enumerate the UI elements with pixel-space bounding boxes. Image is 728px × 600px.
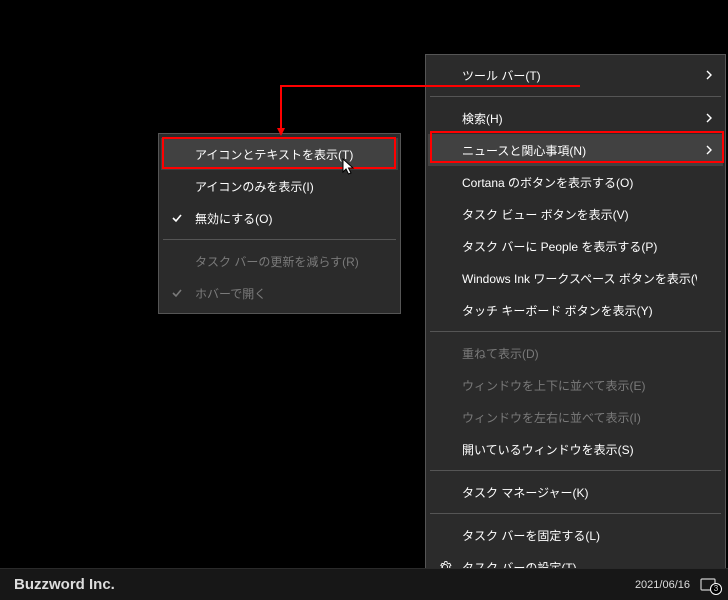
annotation-arrow bbox=[280, 85, 282, 132]
menu-item-news-interests[interactable]: ニュースと関心事項(N) bbox=[428, 134, 723, 166]
menu-item-label: ウィンドウを上下に並べて表示(E) bbox=[462, 377, 697, 394]
menu-item-label: タスク マネージャー(K) bbox=[462, 484, 697, 501]
menu-item-label: タスク バーを固定する(L) bbox=[462, 527, 697, 544]
submenu-item-icon-only[interactable]: アイコンのみを表示(I) bbox=[161, 170, 398, 202]
chevron-right-icon bbox=[705, 113, 713, 123]
menu-item-cortana-button[interactable]: Cortana のボタンを表示する(O) bbox=[428, 166, 723, 198]
menu-item-side-by-side: ウィンドウを左右に並べて表示(I) bbox=[428, 401, 723, 433]
menu-item-label: アイコンのみを表示(I) bbox=[195, 178, 372, 195]
menu-item-label: タスク バーの更新を減らす(R) bbox=[195, 253, 372, 270]
menu-item-label: タッチ キーボード ボタンを表示(Y) bbox=[462, 302, 697, 319]
menu-item-label: 重ねて表示(D) bbox=[462, 345, 697, 362]
menu-item-windows-ink[interactable]: Windows Ink ワークスペース ボタンを表示(W) bbox=[428, 262, 723, 294]
separator bbox=[430, 470, 721, 471]
menu-item-label: Windows Ink ワークスペース ボタンを表示(W) bbox=[462, 270, 697, 287]
menu-item-label: ニュースと関心事項(N) bbox=[462, 142, 697, 159]
clock-date[interactable]: 2021/06/16 bbox=[635, 579, 690, 591]
separator bbox=[430, 331, 721, 332]
menu-item-search[interactable]: 検索(H) bbox=[428, 102, 723, 134]
separator bbox=[430, 513, 721, 514]
menu-item-label: Cortana のボタンを表示する(O) bbox=[462, 174, 697, 191]
check-icon bbox=[171, 212, 183, 224]
menu-item-label: 開いているウィンドウを表示(S) bbox=[462, 441, 697, 458]
menu-item-label: ツール バー(T) bbox=[462, 67, 697, 84]
menu-item-label: 検索(H) bbox=[462, 110, 697, 127]
menu-item-task-manager[interactable]: タスク マネージャー(K) bbox=[428, 476, 723, 508]
submenu-item-icon-and-text[interactable]: アイコンとテキストを表示(T) bbox=[161, 138, 398, 170]
check-icon bbox=[171, 287, 183, 299]
submenu-item-turn-off[interactable]: 無効にする(O) bbox=[161, 202, 398, 234]
separator bbox=[163, 239, 396, 240]
menu-item-people-button[interactable]: タスク バーに People を表示する(P) bbox=[428, 230, 723, 262]
menu-item-label: 無効にする(O) bbox=[195, 210, 372, 227]
news-interests-submenu: アイコンとテキストを表示(T) アイコンのみを表示(I) 無効にする(O) タス… bbox=[158, 133, 401, 314]
separator bbox=[430, 96, 721, 97]
notification-tray-icon[interactable]: 3 bbox=[700, 577, 718, 593]
menu-item-lock-taskbar[interactable]: タスク バーを固定する(L) bbox=[428, 519, 723, 551]
menu-item-toolbars[interactable]: ツール バー(T) bbox=[428, 59, 723, 91]
taskbar-context-menu: ツール バー(T) 検索(H) ニュースと関心事項(N) Cortana のボタ… bbox=[425, 54, 726, 588]
chevron-right-icon bbox=[705, 70, 713, 80]
menu-item-label: タスク バーに People を表示する(P) bbox=[462, 238, 697, 255]
menu-item-stack-windows: ウィンドウを上下に並べて表示(E) bbox=[428, 369, 723, 401]
menu-item-show-open-windows[interactable]: 開いているウィンドウを表示(S) bbox=[428, 433, 723, 465]
menu-item-label: アイコンとテキストを表示(T) bbox=[195, 146, 372, 163]
menu-item-label: ウィンドウを左右に並べて表示(I) bbox=[462, 409, 697, 426]
menu-item-label: タスク ビュー ボタンを表示(V) bbox=[462, 206, 697, 223]
chevron-right-icon bbox=[705, 145, 713, 155]
menu-item-touch-keyboard[interactable]: タッチ キーボード ボタンを表示(Y) bbox=[428, 294, 723, 326]
submenu-item-open-on-hover: ホバーで開く bbox=[161, 277, 398, 309]
menu-item-label: ホバーで開く bbox=[195, 285, 372, 302]
footer-bar: Buzzword Inc. 2021/06/16 3 bbox=[0, 568, 728, 600]
menu-item-cascade-windows: 重ねて表示(D) bbox=[428, 337, 723, 369]
menu-item-task-view-button[interactable]: タスク ビュー ボタンを表示(V) bbox=[428, 198, 723, 230]
notification-count-badge: 3 bbox=[710, 583, 722, 595]
brand-label: Buzzword Inc. bbox=[0, 576, 635, 593]
submenu-item-reduce-updates: タスク バーの更新を減らす(R) bbox=[161, 245, 398, 277]
